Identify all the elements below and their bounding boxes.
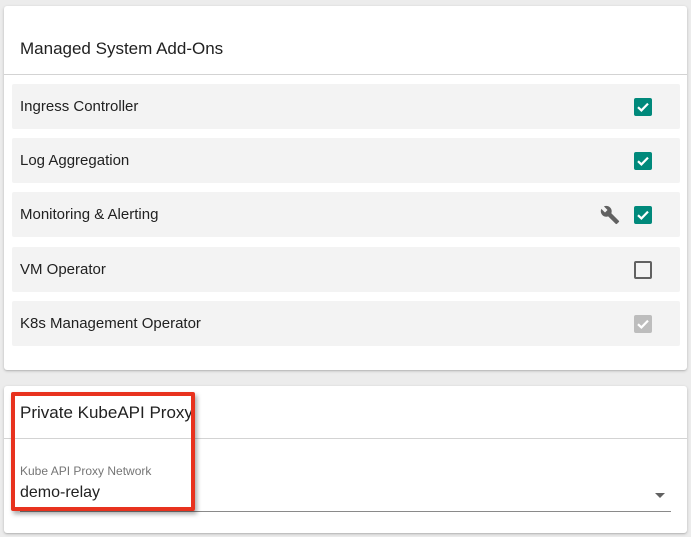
log-aggregation-checkbox[interactable] [634,152,652,170]
addon-label: Monitoring & Alerting [20,206,159,223]
proxy-network-value: demo-relay [20,484,101,501]
ingress-controller-checkbox[interactable] [634,98,652,116]
kubeapi-proxy-card: Private KubeAPI Proxy Kube API Proxy Net… [4,386,687,533]
addons-divider [4,74,687,75]
addon-row-k8s-management-operator: K8s Management Operator [12,301,680,346]
addon-row-vm-operator: VM Operator [12,247,680,292]
addon-row-monitoring-alerting: Monitoring & Alerting [12,192,680,237]
chevron-down-icon[interactable] [655,493,665,498]
monitoring-alerting-checkbox[interactable] [634,206,652,224]
check-icon [637,319,649,329]
addons-title: Managed System Add-Ons [20,39,224,58]
managed-addons-card: Managed System Add-Ons Ingress Controlle… [4,6,687,370]
addon-row-log-aggregation: Log Aggregation [12,138,680,183]
proxy-divider [4,438,687,439]
proxy-network-label: Kube API Proxy Network [20,464,152,478]
proxy-title: Private KubeAPI Proxy [20,403,193,422]
addon-row-ingress-controller: Ingress Controller [12,84,680,129]
proxy-network-select[interactable]: demo-relay [20,482,671,512]
k8s-management-operator-checkbox [634,315,652,333]
wrench-icon[interactable] [600,205,620,225]
check-icon [637,102,649,112]
addon-label: VM Operator [20,261,106,278]
addon-label: Ingress Controller [20,98,139,115]
addon-label: Log Aggregation [20,152,130,169]
check-icon [637,210,649,220]
vm-operator-checkbox[interactable] [634,261,652,279]
addon-label: K8s Management Operator [20,315,201,332]
check-icon [637,156,649,166]
